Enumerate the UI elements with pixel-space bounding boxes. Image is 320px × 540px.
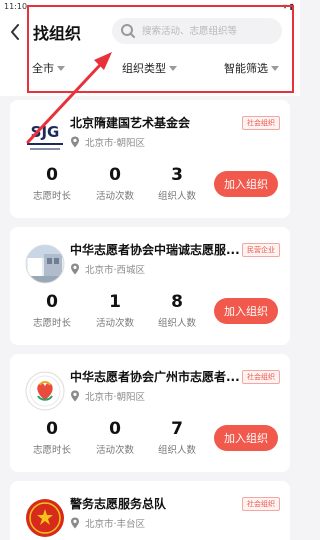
caret-down-icon — [271, 65, 279, 71]
stat-volunteer-hours: 0 志愿时长 — [22, 292, 82, 329]
caret-down-icon — [169, 65, 177, 71]
join-org-button[interactable]: 加入组织 — [214, 298, 278, 324]
org-card[interactable]: 中华志愿者协会中瑞诚志愿服... 民营企业 北京市·西城区 0 志愿时长 1 活… — [10, 227, 290, 345]
org-card[interactable]: SJG 北京隋建国艺术基金会 社会组织 北京市·朝阳区 0 志愿时长 0 活动次… — [10, 100, 290, 218]
stat-label: 活动次数 — [95, 318, 134, 329]
stat-label: 志愿时长 — [32, 191, 71, 202]
org-location-text: 北京市·朝阳区 — [85, 138, 146, 149]
join-org-button[interactable]: 加入组织 — [214, 425, 278, 451]
stat-activity-count: 0 活动次数 — [85, 419, 145, 456]
join-org-button[interactable]: 加入组织 — [214, 171, 278, 197]
stat-value: 8 — [171, 292, 183, 312]
stat-label: 志愿时长 — [32, 318, 71, 329]
stat-activity-count: 1 活动次数 — [85, 292, 145, 329]
filter-smart-label: 智能筛选 — [224, 62, 268, 75]
back-arrow-icon — [11, 24, 19, 40]
org-name: 中华志愿者协会中瑞诚志愿服... — [70, 243, 240, 257]
org-location: 北京市·丰台区 — [70, 516, 145, 530]
stat-value: 0 — [46, 292, 58, 312]
org-name: 北京隋建国艺术基金会 — [70, 116, 191, 130]
org-name: 中华志愿者协会广州市志愿者... — [70, 370, 240, 384]
stat-value: 0 — [46, 419, 58, 439]
stat-member-count: 3 组织人数 — [147, 165, 207, 202]
status-bar: 11:10 ▾ ▮ — [0, 0, 300, 14]
stat-member-count: 7 组织人数 — [147, 419, 207, 456]
battery-icon: ▾ ▮ — [283, 2, 294, 11]
search-bar[interactable] — [112, 18, 282, 44]
org-type-badge: 社会组织 — [242, 370, 280, 384]
org-logo — [24, 497, 66, 539]
filter-city-label: 全市 — [32, 62, 54, 75]
page-title: 找组织 — [33, 24, 82, 43]
filter-city[interactable]: 全市 — [32, 60, 65, 76]
caret-down-icon — [57, 65, 65, 71]
org-location-text: 北京市·朝阳区 — [85, 392, 146, 403]
filter-smart[interactable]: 智能筛选 — [224, 60, 279, 76]
stat-volunteer-hours: 0 志愿时长 — [22, 419, 82, 456]
stat-value: 7 — [171, 419, 183, 439]
org-logo: SJG — [24, 116, 66, 158]
filter-org-type[interactable]: 组织类型 — [122, 60, 177, 76]
stat-value: 0 — [109, 419, 121, 439]
location-pin-icon — [71, 136, 79, 148]
stat-label: 活动次数 — [95, 191, 134, 202]
header: 11:10 ▾ ▮ 找组织 全市 组织类型 智能筛选 — [0, 0, 300, 96]
org-location-text: 北京市·西城区 — [85, 265, 146, 276]
stat-label: 活动次数 — [95, 445, 134, 456]
status-time: 11:10 — [4, 2, 28, 11]
svg-text:SJG: SJG — [31, 123, 60, 141]
org-location-text: 北京市·丰台区 — [85, 519, 146, 530]
search-icon — [121, 24, 135, 38]
stat-volunteer-hours: 0 志愿时长 — [22, 165, 82, 202]
org-location: 北京市·朝阳区 — [70, 135, 145, 149]
filter-org-type-label: 组织类型 — [122, 62, 166, 75]
stat-value: 0 — [109, 165, 121, 185]
org-type-badge: 社会组织 — [242, 497, 280, 511]
stat-value: 1 — [109, 292, 121, 312]
stat-label: 组织人数 — [157, 445, 196, 456]
stat-label: 组织人数 — [157, 318, 196, 329]
stat-member-count: 8 组织人数 — [147, 292, 207, 329]
org-name: 警务志愿服务总队 — [70, 497, 167, 511]
org-logo — [24, 370, 66, 412]
org-logo — [24, 243, 66, 285]
back-button[interactable] — [6, 22, 24, 42]
stat-value: 3 — [171, 165, 183, 185]
stat-value: 0 — [46, 165, 58, 185]
stat-label: 志愿时长 — [32, 445, 71, 456]
org-card[interactable]: 中华志愿者协会广州市志愿者... 社会组织 北京市·朝阳区 0 志愿时长 0 活… — [10, 354, 290, 472]
stat-activity-count: 0 活动次数 — [85, 165, 145, 202]
search-input[interactable] — [142, 22, 277, 40]
location-pin-icon — [71, 517, 79, 529]
org-type-badge: 社会组织 — [242, 116, 280, 130]
org-location: 北京市·西城区 — [70, 262, 145, 276]
location-pin-icon — [71, 390, 79, 402]
org-type-badge: 民营企业 — [242, 243, 280, 257]
org-location: 北京市·朝阳区 — [70, 389, 145, 403]
org-card[interactable]: 警务志愿服务总队 社会组织 北京市·丰台区 — [10, 481, 290, 540]
stat-label: 组织人数 — [157, 191, 196, 202]
location-pin-icon — [71, 263, 79, 275]
